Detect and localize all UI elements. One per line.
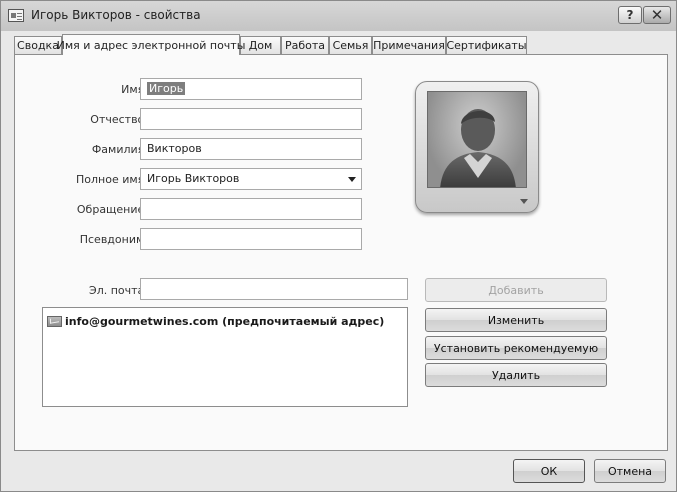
contact-card-icon bbox=[8, 9, 24, 22]
email-entry-text: info@gourmetwines.com (предпочитаемый ад… bbox=[65, 314, 385, 328]
nickname-label: Псевдоним: bbox=[79, 233, 148, 246]
title-bar[interactable]: Игорь Викторов - свойства ? ✕ bbox=[1, 1, 676, 31]
tab-summary[interactable]: Сводка bbox=[14, 36, 62, 54]
tab-notes[interactable]: Примечания bbox=[372, 36, 446, 54]
close-button[interactable]: ✕ bbox=[643, 6, 671, 24]
email-list[interactable]: info@gourmetwines.com (предпочитаемый ад… bbox=[42, 307, 408, 407]
ok-button[interactable]: ОК bbox=[513, 459, 585, 483]
chevron-down-icon[interactable] bbox=[348, 177, 356, 182]
tab-family[interactable]: Семья bbox=[329, 36, 372, 54]
full-name-label: Полное имя: bbox=[76, 173, 148, 186]
add-email-button[interactable]: Добавить bbox=[425, 278, 607, 302]
last-name-field[interactable]: Викторов bbox=[140, 138, 362, 160]
first-name-value: Игорь bbox=[147, 82, 186, 95]
tab-name-and-email[interactable]: Имя и адрес электронной почты bbox=[57, 34, 245, 55]
chevron-down-icon[interactable] bbox=[520, 199, 528, 204]
delete-email-button[interactable]: Удалить bbox=[425, 363, 607, 387]
contact-properties-window: Игорь Викторов - свойства ? ✕ Сводка Имя… bbox=[0, 0, 677, 492]
help-button[interactable]: ? bbox=[618, 6, 642, 24]
salutation-field[interactable] bbox=[140, 198, 362, 220]
nickname-field[interactable] bbox=[140, 228, 362, 250]
mail-icon bbox=[47, 315, 62, 327]
email-input[interactable] bbox=[140, 278, 408, 300]
contact-photo-frame[interactable] bbox=[415, 81, 539, 213]
tab-work[interactable]: Работа bbox=[281, 36, 329, 54]
last-name-label: Фамилия: bbox=[91, 143, 148, 156]
first-name-field[interactable]: Игорь bbox=[140, 78, 362, 100]
cancel-button[interactable]: Отмена bbox=[594, 459, 666, 483]
middle-name-label: Отчество: bbox=[90, 113, 148, 126]
person-silhouette-icon bbox=[440, 109, 516, 187]
set-preferred-button[interactable]: Установить рекомендуемую bbox=[425, 336, 607, 360]
email-label: Эл. почта: bbox=[89, 284, 148, 297]
tab-certificates[interactable]: Сертификаты bbox=[446, 36, 527, 54]
tab-home[interactable]: Дом bbox=[240, 36, 281, 54]
middle-name-field[interactable] bbox=[140, 108, 362, 130]
window-title: Игорь Викторов - свойства bbox=[31, 8, 201, 22]
list-item[interactable]: info@gourmetwines.com (предпочитаемый ад… bbox=[47, 312, 384, 330]
first-name-label: Имя: bbox=[121, 83, 148, 96]
edit-email-button[interactable]: Изменить bbox=[425, 308, 607, 332]
salutation-label: Обращение: bbox=[76, 203, 148, 216]
full-name-value: Игорь Викторов bbox=[147, 172, 240, 185]
contact-photo bbox=[427, 91, 527, 188]
full-name-combobox[interactable]: Игорь Викторов bbox=[140, 168, 362, 190]
